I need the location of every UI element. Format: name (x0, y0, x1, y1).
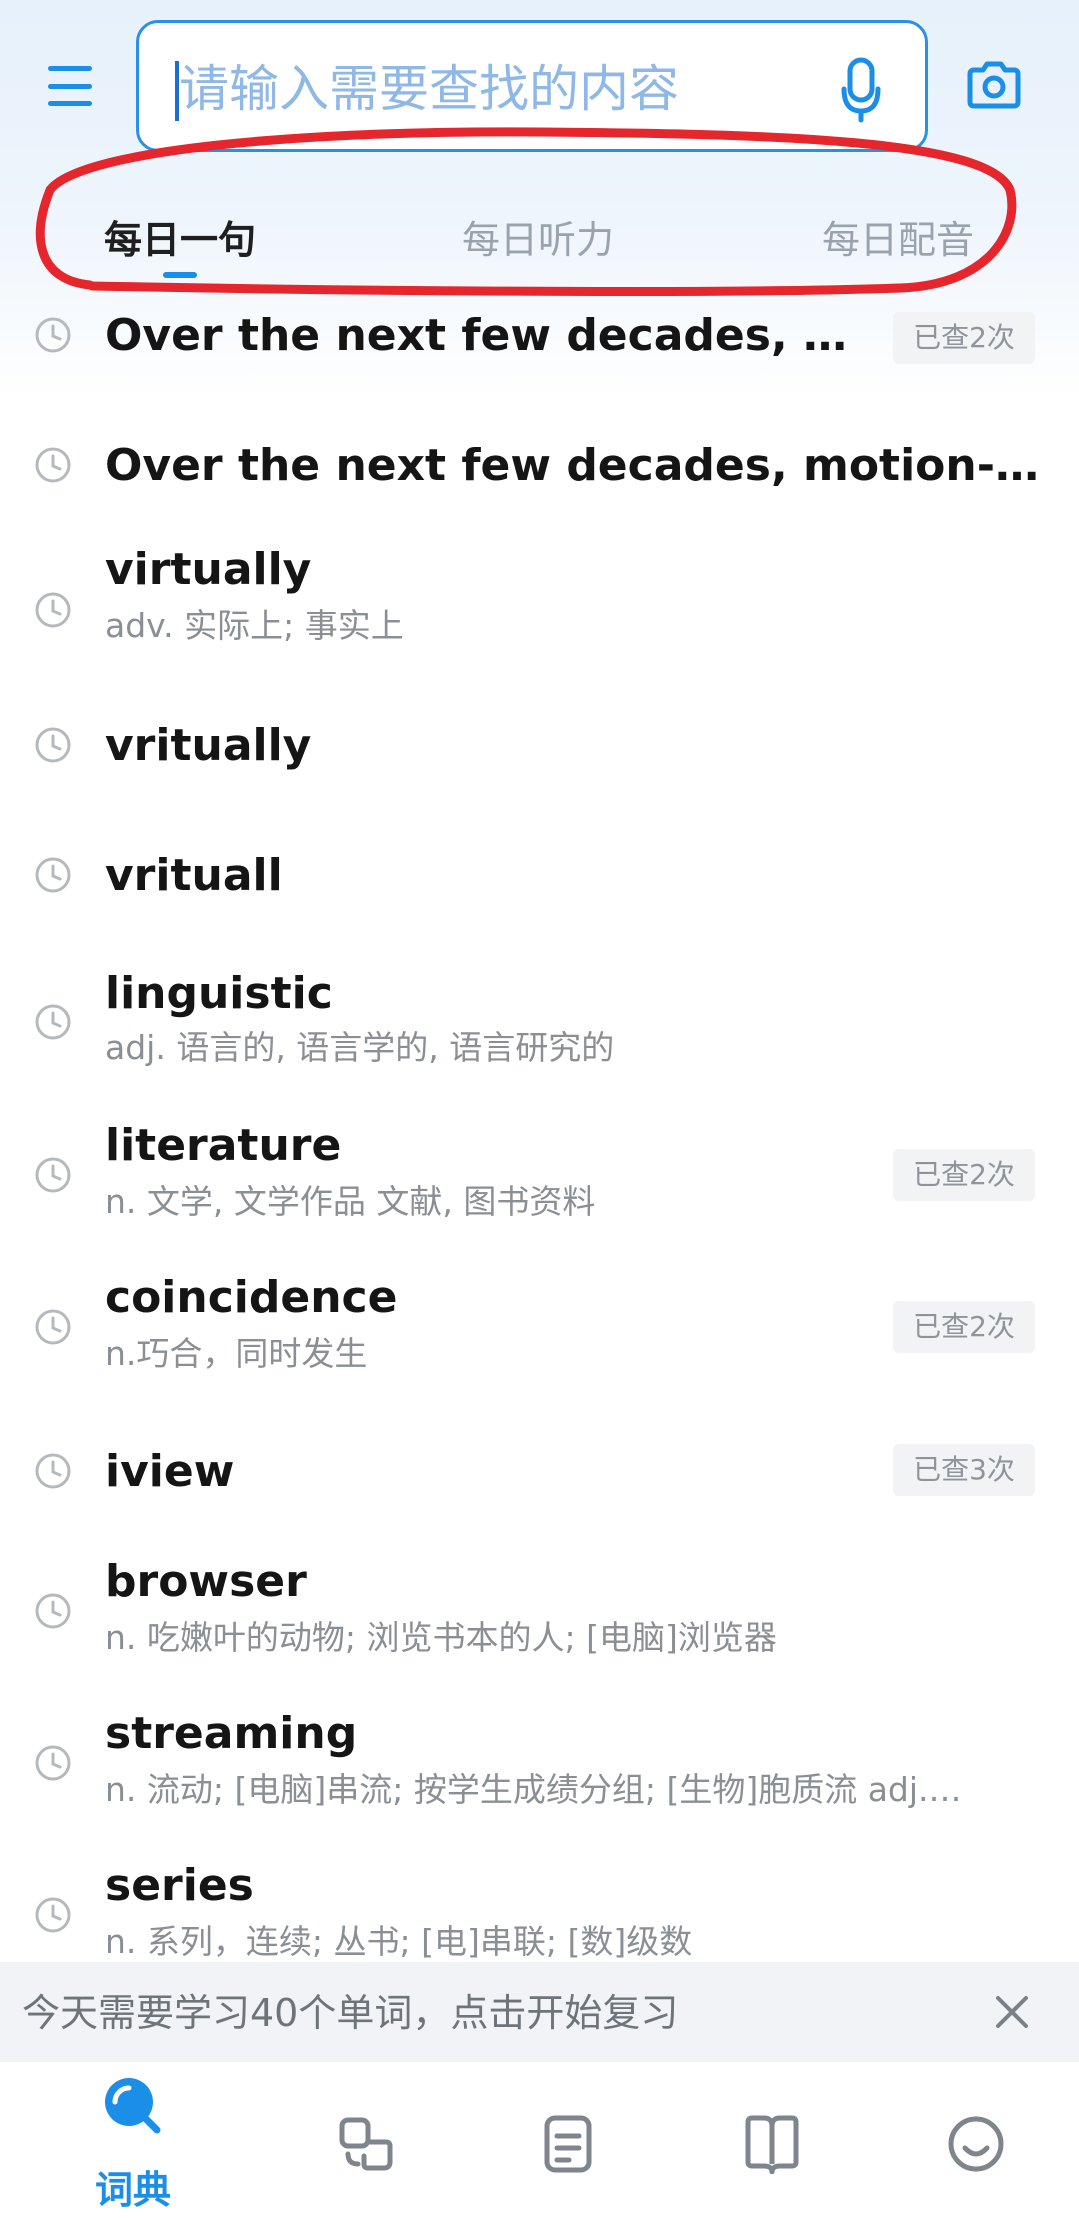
history-word: series (105, 1860, 254, 1911)
tab-daily-sentence[interactable]: 每日一句 (104, 210, 256, 270)
nav-translate[interactable] (258, 2062, 474, 2218)
lookup-count-badge: 已查2次 (893, 1301, 1035, 1353)
history-word: Over the next few decades, motion-pictu… (105, 440, 1049, 491)
history-definition: n. 文学, 文学作品 文献, 图书资料 (105, 1182, 596, 1221)
document-icon (544, 2115, 592, 2173)
history-definition: n.巧合，同时发生 (105, 1334, 368, 1373)
active-tab-indicator (163, 272, 197, 278)
history-item[interactable]: coincidence n.巧合，同时发生 已查2次 (0, 1250, 1079, 1373)
daily-tabs: 每日一句 每日听力 每日配音 (0, 200, 1079, 290)
clock-icon (35, 1897, 71, 1933)
clock-icon (35, 1157, 71, 1193)
history-word: vrituall (105, 850, 283, 901)
clock-icon (35, 1453, 71, 1489)
clock-icon (35, 1745, 71, 1781)
history-definition: n. 系列，连续; 丛书; [电]串联; [数]级数 (105, 1922, 693, 1961)
history-item[interactable]: streaming n. 流动; [电脑]串流; 按学生成绩分组; [生物]胞质… (0, 1692, 1079, 1812)
search-placeholder: 请输入需要查找的内容 (179, 60, 679, 118)
history-item[interactable]: virtually adv. 实际上; 事实上 (0, 540, 1079, 660)
history-definition: n. 流动; [电脑]串流; 按学生成绩分组; [生物]胞质流 adj.… (105, 1770, 962, 1809)
nav-notes[interactable] (460, 2062, 676, 2218)
history-item[interactable]: browser n. 吃嫩叶的动物; 浏览书本的人; [电脑]浏览器 (0, 1540, 1079, 1660)
camera-icon[interactable] (966, 60, 1022, 110)
bottom-navigation: 词典 (0, 2062, 1079, 2218)
nav-wordbook[interactable] (664, 2062, 880, 2218)
history-word: vritually (105, 720, 312, 771)
history-definition: adj. 语言的, 语言学的, 语言研究的 (105, 1028, 615, 1067)
history-word: linguistic (105, 968, 333, 1019)
history-word: Over the next few decades, moti… (105, 310, 865, 361)
history-word: browser (105, 1556, 307, 1607)
history-definition: adv. 实际上; 事实上 (105, 606, 404, 645)
history-item[interactable]: vrituall (0, 840, 1079, 920)
nav-dictionary-label: 词典 (94, 2168, 171, 2212)
history-word: coincidence (105, 1272, 398, 1323)
clock-icon (35, 857, 71, 893)
clock-icon (35, 727, 71, 763)
microphone-icon[interactable] (841, 57, 881, 123)
history-word: iview (105, 1446, 235, 1497)
lookup-count-badge: 已查3次 (893, 1444, 1035, 1496)
close-icon[interactable] (994, 1994, 1030, 2030)
history-word: literature (105, 1120, 342, 1171)
history-item[interactable]: iview 已查3次 (0, 1430, 1079, 1510)
search-input[interactable]: 请输入需要查找的内容 (136, 20, 928, 152)
clock-icon (35, 317, 71, 353)
nav-profile[interactable] (868, 2062, 1079, 2218)
lookup-count-badge: 已查2次 (893, 312, 1035, 364)
tab-daily-dubbing[interactable]: 每日配音 (822, 210, 974, 270)
search-icon (105, 2078, 161, 2134)
clock-icon (35, 1593, 71, 1629)
history-item[interactable]: literature n. 文学, 文学作品 文献, 图书资料 已查2次 (0, 1100, 1079, 1221)
history-item[interactable]: vritually (0, 710, 1079, 790)
history-item[interactable]: Over the next few decades, moti… 已查2次 (0, 300, 1079, 380)
clock-icon (35, 1004, 71, 1040)
lookup-count-badge: 已查2次 (893, 1149, 1035, 1201)
review-reminder-banner[interactable]: 今天需要学习40个单词，点击开始复习 (0, 1962, 1079, 2062)
history-word: virtually (105, 544, 312, 595)
menu-icon[interactable] (48, 66, 92, 106)
history-item[interactable]: linguistic adj. 语言的, 语言学的, 语言研究的 (0, 950, 1079, 1070)
review-reminder-text: 今天需要学习40个单词，点击开始复习 (22, 1991, 679, 2035)
history-word: streaming (105, 1708, 358, 1759)
history-definition: n. 吃嫩叶的动物; 浏览书本的人; [电脑]浏览器 (105, 1618, 777, 1657)
translate-icon (339, 2117, 393, 2171)
tab-daily-listening[interactable]: 每日听力 (462, 210, 614, 270)
history-item[interactable]: series n. 系列，连续; 丛书; [电]串联; [数]级数 (0, 1844, 1079, 1964)
clock-icon (35, 1309, 71, 1345)
clock-icon (35, 592, 71, 628)
clock-icon (35, 447, 71, 483)
smiley-icon (948, 2116, 1004, 2172)
history-item[interactable]: Over the next few decades, motion-pictu… (0, 430, 1079, 510)
book-icon (745, 2115, 799, 2174)
nav-dictionary[interactable]: 词典 (25, 2062, 241, 2218)
